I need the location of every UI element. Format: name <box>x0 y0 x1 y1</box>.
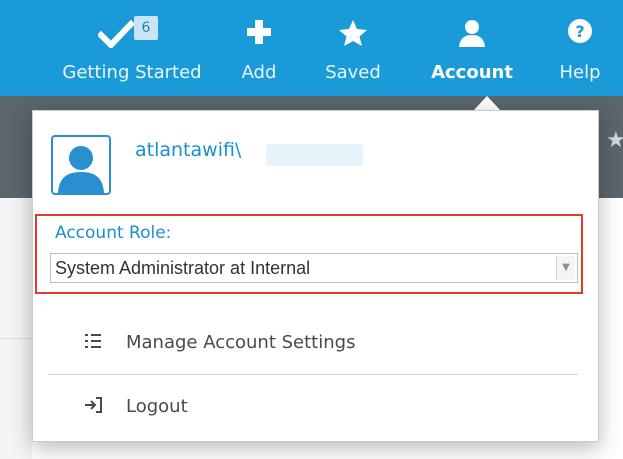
nav-account[interactable]: Account <box>420 0 524 96</box>
background-divider <box>0 338 32 339</box>
logout-label: Logout <box>126 396 188 417</box>
plus-icon <box>247 20 271 44</box>
star-icon <box>339 20 367 46</box>
question-icon: ? <box>568 19 592 43</box>
account-dropdown: atlantawifi\ Account Role: System Admini… <box>32 110 599 442</box>
getting-started-badge: 6 <box>134 16 158 40</box>
dropdown-caret <box>473 96 501 111</box>
nav-add-label: Add <box>241 62 277 83</box>
account-username: atlantawifi\ <box>135 139 242 161</box>
nav-account-label: Account <box>431 62 513 83</box>
background-page <box>0 198 32 459</box>
avatar <box>51 135 111 195</box>
nav-help[interactable]: ? Help <box>550 0 610 96</box>
account-role-label: Account Role: <box>55 223 172 243</box>
nav-help-label: Help <box>559 62 601 83</box>
manage-account-settings-link[interactable]: Manage Account Settings <box>48 314 583 374</box>
manage-account-settings-label: Manage Account Settings <box>126 332 356 353</box>
menu-divider <box>48 374 578 375</box>
checkmark-icon <box>98 20 134 48</box>
background-star-icon: ★ <box>606 128 623 153</box>
nav-getting-started-label: Getting Started <box>62 62 202 83</box>
account-role-value: System Administrator at Internal <box>55 258 311 278</box>
top-nav-bar: 6 Getting Started Add Saved Account ? He… <box>0 0 623 96</box>
list-icon <box>85 334 101 348</box>
logout-icon <box>85 397 102 413</box>
nav-add[interactable]: Add <box>234 0 284 96</box>
account-role-select[interactable]: System Administrator at Internal ▼ <box>50 253 578 283</box>
nav-saved[interactable]: Saved <box>318 0 388 96</box>
user-avatar-icon <box>58 146 104 193</box>
logout-link[interactable]: Logout <box>48 378 583 438</box>
username-redaction <box>266 144 363 166</box>
user-icon <box>459 20 485 47</box>
nav-getting-started[interactable]: 6 Getting Started <box>62 0 202 96</box>
nav-saved-label: Saved <box>325 62 381 83</box>
chevron-down-icon[interactable]: ▼ <box>556 256 575 280</box>
svg-text:?: ? <box>575 22 584 41</box>
